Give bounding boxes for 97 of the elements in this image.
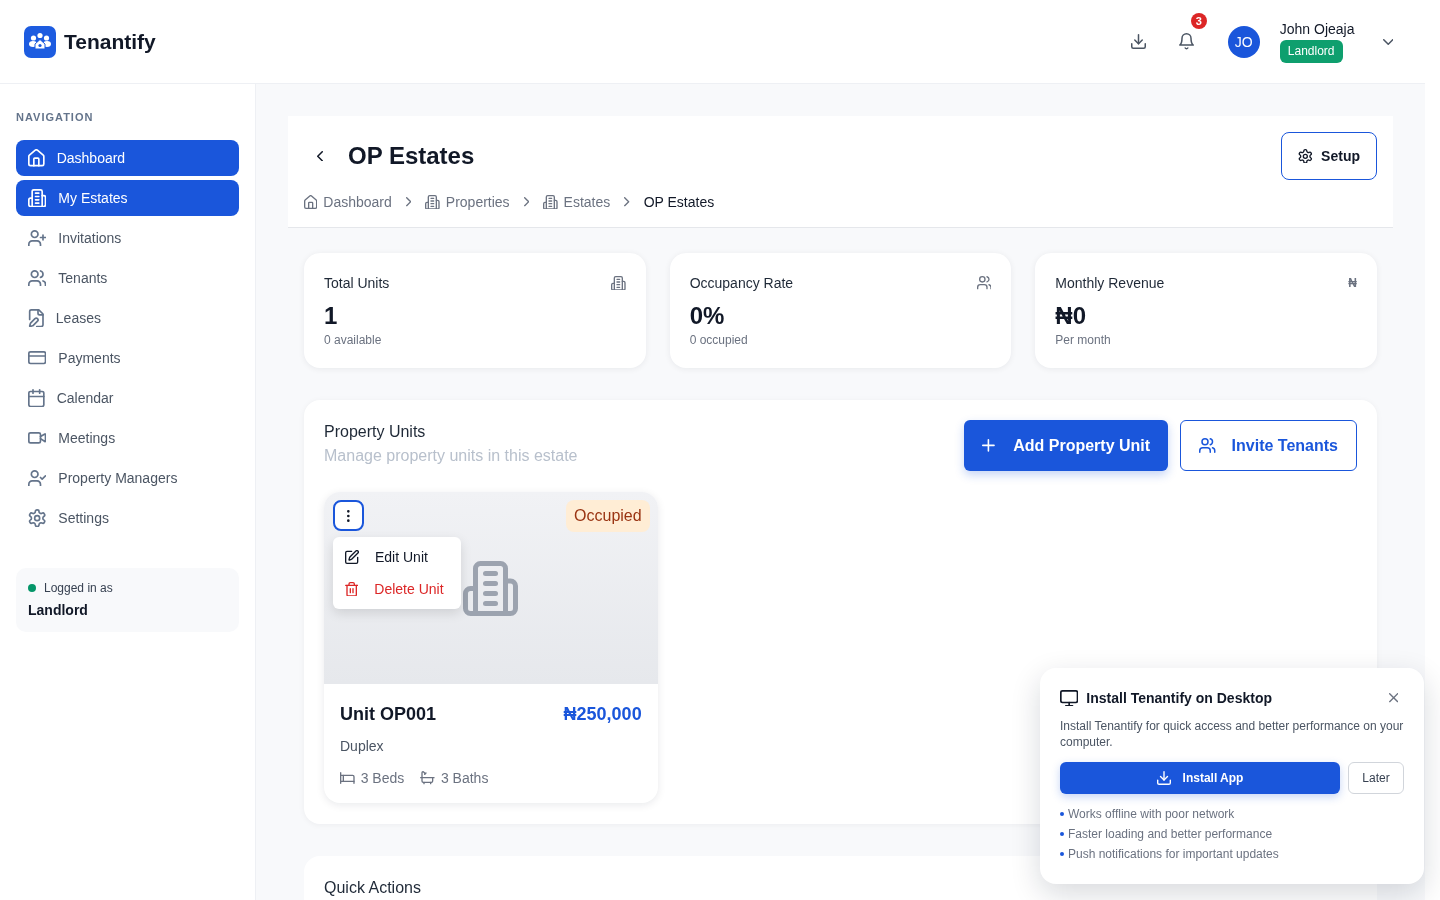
section-subtitle: Manage property units in this estate (324, 446, 578, 466)
current-page-label: OP Estates (643, 194, 715, 210)
building-icon (463, 560, 519, 616)
edit-icon (345, 550, 359, 564)
plus-icon (982, 439, 996, 452)
download-icon (1131, 34, 1147, 49)
building-icon (28, 188, 47, 208)
user-avatar[interactable]: JO (1227, 25, 1260, 58)
stat-value: 1 (324, 301, 339, 331)
document-pen-icon (28, 308, 44, 328)
stat-title: Occupancy Rate (689, 275, 794, 291)
feature-text: Faster loading and better performance (1068, 826, 1273, 843)
trash-icon (345, 581, 359, 597)
users-icon (976, 276, 992, 290)
house-icon (28, 149, 45, 167)
caret-icon (1382, 38, 1393, 45)
section-title: Property Units (324, 422, 427, 442)
section-title: Quick Actions (324, 878, 422, 898)
app-name: Tenantify (64, 29, 156, 54)
download-icon (1156, 771, 1171, 785)
nav-heading: NAVIGATION (16, 110, 95, 124)
user-plus-icon (28, 229, 47, 247)
sidebar-item[interactable]: Invitations (16, 220, 239, 256)
install-description: Install Tenantify for quick access and better performance on your computer. (1060, 718, 1404, 750)
settings-icon (1298, 148, 1314, 164)
sidebar-item[interactable]: Meetings (16, 420, 239, 456)
bullet-icon (1060, 852, 1064, 856)
video-camera-icon (28, 432, 47, 444)
close-icon (1388, 693, 1398, 703)
currency-symbol: ₦ (1348, 276, 1357, 290)
unit-menu-button[interactable] (333, 500, 364, 531)
status-badge: Occupied (566, 500, 650, 532)
sidebar-item[interactable]: Property Managers (16, 460, 239, 496)
more-vertical-icon (347, 509, 350, 522)
stat-note: 0 occupied (689, 332, 749, 348)
beds-count: 3 Beds (360, 769, 405, 788)
settings-icon (28, 508, 47, 528)
breadcrumb-link[interactable]: Properties (425, 194, 510, 210)
page-title: OP Estates (348, 142, 475, 170)
feature-text: Works offline with poor network (1068, 806, 1235, 823)
stat-note: Per month (1055, 332, 1112, 348)
sidebar-item[interactable]: Payments (16, 340, 239, 376)
bell-icon (1179, 33, 1195, 50)
building-icon (425, 194, 440, 210)
app-logo-icon (24, 25, 56, 58)
back-chevron-icon (317, 150, 323, 162)
close-button[interactable] (1388, 693, 1398, 703)
card-icon (28, 351, 47, 365)
unit-type: Duplex (340, 737, 385, 756)
notification-count-badge: 3 (1190, 12, 1207, 29)
users-icon (28, 269, 47, 287)
building-icon (611, 275, 626, 291)
sidebar-item[interactable]: My Estates (16, 180, 239, 216)
house-icon (304, 195, 318, 209)
bathtub-icon (420, 771, 435, 785)
user-check-icon (28, 469, 47, 487)
sidebar-item[interactable]: Dashboard (16, 140, 239, 176)
session-role: Landlord (28, 601, 89, 620)
unit-price: ₦250,000 (563, 703, 642, 726)
stat-title: Total Units (324, 275, 390, 291)
chevron-right-icon (523, 197, 529, 207)
later-button[interactable]: Later (1348, 762, 1404, 794)
stat-note: 0 available (324, 332, 383, 348)
install-app-button[interactable]: Install App (1060, 762, 1340, 794)
chevron-right-icon (624, 197, 630, 207)
bullet-icon (1060, 832, 1064, 836)
status-dot-icon (28, 584, 36, 592)
stat-title: Monthly Revenue (1055, 275, 1165, 291)
stat-value: 0% (689, 301, 726, 331)
invite-tenants-button[interactable]: Invite Tenants (1180, 420, 1357, 471)
sidebar-item[interactable]: Leases (16, 300, 239, 336)
users-icon (1199, 438, 1216, 453)
menu-item[interactable]: Delete Unit (333, 573, 461, 605)
sidebar-item[interactable]: Calendar (16, 380, 239, 416)
unit-name: Unit OP001 (340, 703, 437, 726)
user-menu-button[interactable] (1382, 38, 1393, 45)
bed-icon (340, 772, 355, 784)
chevron-right-icon (405, 197, 412, 207)
stat-value: ₦0 (1055, 301, 1087, 331)
menu-item[interactable]: Edit Unit (333, 541, 461, 573)
add-property-unit-button[interactable]: Add Property Unit (964, 420, 1169, 471)
baths-count: 3 Baths (440, 769, 489, 788)
sidebar-item[interactable]: Tenants (16, 260, 239, 296)
sidebar-item[interactable]: Settings (16, 500, 239, 536)
session-label: Logged in as (44, 580, 113, 596)
unit-card[interactable]: Occupied Edit Unit Delete Unit Unit OP001 ₦250,000 Duplex 3 Beds 3 Baths (324, 492, 658, 803)
breadcrumb-link[interactable]: Estates (542, 194, 611, 210)
install-title: Install Tenantify on Desktop (1086, 690, 1273, 706)
feature-text: Push notifications for important updates (1068, 846, 1279, 863)
role-badge: Landlord (1279, 40, 1343, 63)
monitor-icon (1060, 689, 1079, 707)
building-icon (542, 194, 558, 210)
calendar-icon (28, 388, 45, 408)
breadcrumb-link[interactable]: Dashboard (304, 194, 392, 210)
bullet-icon (1060, 812, 1064, 816)
user-name: John Ojeaja (1279, 20, 1355, 38)
setup-button[interactable]: Setup (1281, 132, 1377, 180)
